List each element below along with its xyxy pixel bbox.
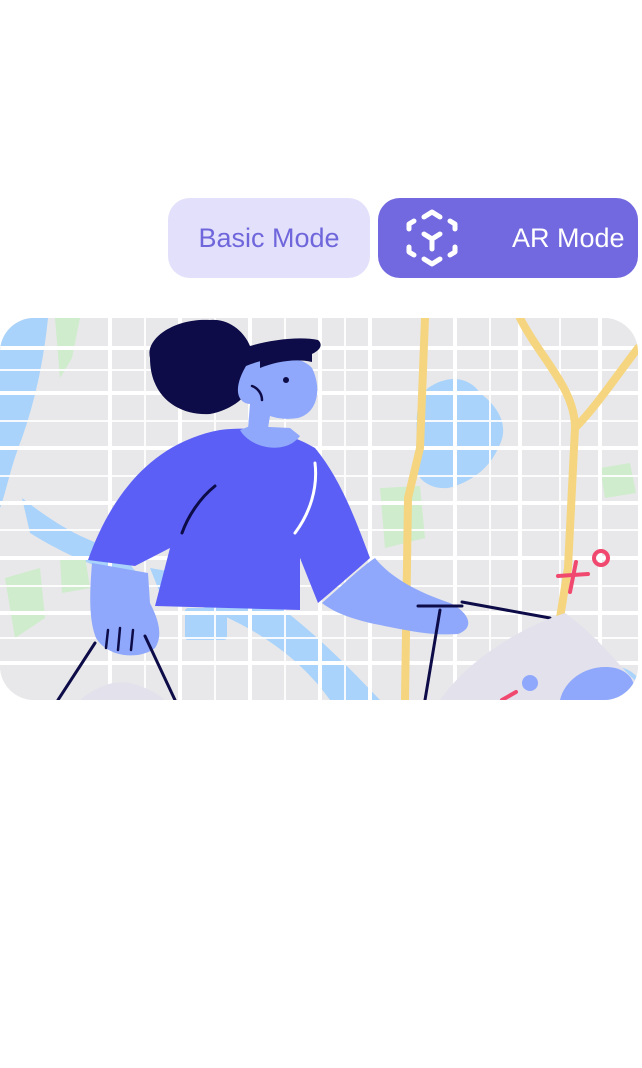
map-illustration	[0, 318, 638, 700]
ar-mode-label: AR Mode	[512, 222, 625, 253]
basic-mode-button[interactable]: Basic Mode	[168, 198, 370, 278]
mode-switch: Basic Mode AR Mode	[168, 198, 638, 278]
basic-mode-label: Basic Mode	[198, 222, 340, 253]
ar-mode-button[interactable]: AR Mode	[378, 198, 638, 278]
ar-cube-icon	[404, 209, 460, 267]
hero-illustration	[0, 318, 638, 700]
